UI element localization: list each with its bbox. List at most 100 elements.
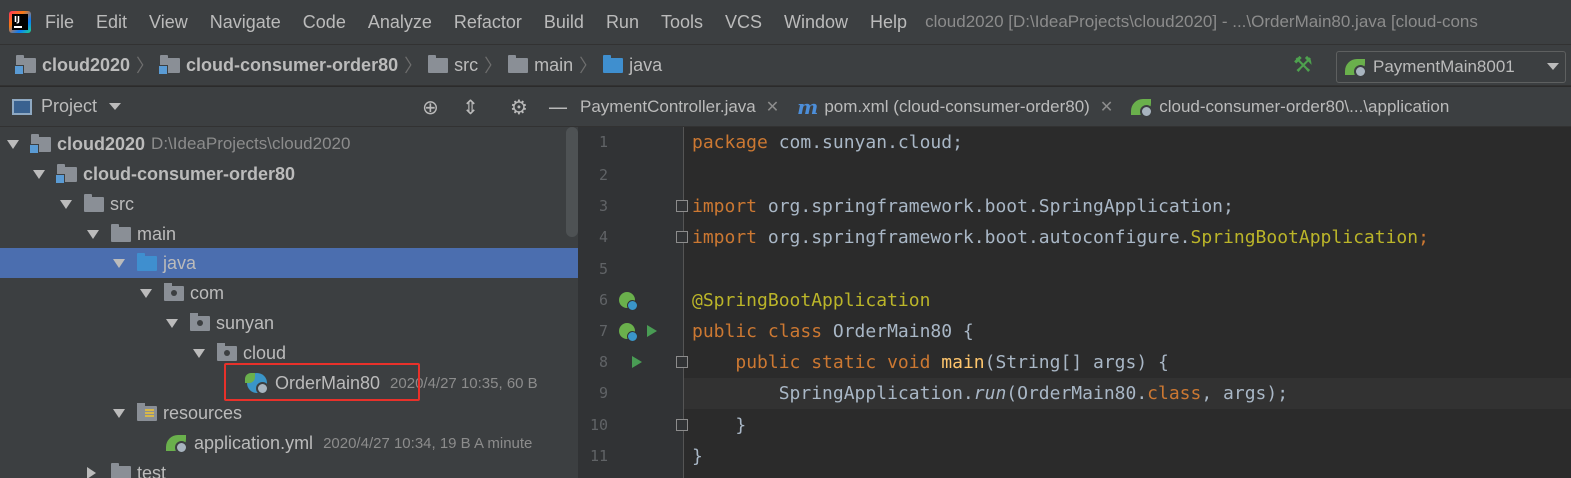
chevron-down-icon	[1547, 63, 1559, 70]
breadcrumb-separator: 〉	[484, 56, 503, 77]
folder-icon	[111, 223, 131, 242]
source-folder-icon	[603, 54, 624, 73]
locate-target-icon[interactable]: ⊕	[422, 95, 439, 119]
tree-item-src[interactable]: src	[0, 189, 578, 219]
tree-item-main[interactable]: main	[0, 219, 578, 249]
tree-item-cloud2020[interactable]: cloud2020 D:\IdeaProjects\cloud2020	[0, 129, 578, 159]
menu-window[interactable]: Window	[784, 12, 848, 33]
menu-run[interactable]: Run	[606, 12, 639, 33]
menu-vcs[interactable]: VCS	[725, 12, 762, 33]
line-number: 7	[598, 322, 608, 340]
tree-item-application-yml[interactable]: application.yml 2020/4/27 10:34, 19 B A …	[0, 428, 578, 458]
chevron-down-icon[interactable]	[109, 103, 122, 110]
line-number: 6	[598, 291, 608, 309]
tree-item-cloud-consumer-order80[interactable]: cloud-consumer-order80	[0, 159, 578, 189]
expand-arrow-icon[interactable]	[7, 139, 19, 149]
breadcrumb-separator: 〉	[136, 56, 155, 77]
line-number: 1	[598, 133, 608, 151]
module-folder-icon	[55, 163, 77, 184]
tab-paymentcontroller[interactable]: PaymentController.java ✕	[580, 97, 779, 117]
menu-build[interactable]: Build	[544, 12, 584, 33]
tree-item-java[interactable]: java	[0, 248, 578, 278]
expand-arrow-icon[interactable]	[113, 258, 125, 268]
fold-marker-icon[interactable]	[676, 231, 688, 243]
project-window-icon	[12, 98, 32, 115]
project-tree: cloud2020 D:\IdeaProjects\cloud2020 clou…	[0, 127, 578, 478]
breadcrumb-main[interactable]: main	[508, 54, 573, 76]
expand-arrow-icon[interactable]	[166, 318, 178, 328]
line-number: 9	[598, 384, 608, 402]
folder-icon	[84, 193, 104, 212]
fold-marker-icon[interactable]	[676, 356, 688, 368]
code-line-7: public class OrderMain80 {	[692, 321, 974, 342]
menu-file[interactable]: File	[45, 12, 74, 33]
menu-bar: IJ File Edit View Navigate Code Analyze …	[0, 0, 1571, 44]
menu-edit[interactable]: Edit	[96, 12, 127, 33]
code-line-11: }	[692, 446, 703, 467]
editor-tab-bar: PaymentController.java ✕ m pom.xml (clou…	[578, 87, 1571, 127]
spring-bean-gutter-icon[interactable]	[619, 292, 638, 311]
code-line-3: import org.springframework.boot.SpringAp…	[692, 196, 1234, 217]
tab-pom-xml[interactable]: m pom.xml (cloud-consumer-order80) ✕	[797, 95, 1113, 119]
fold-marker-icon[interactable]	[676, 419, 688, 431]
menu-help[interactable]: Help	[870, 12, 907, 33]
spring-bean-gutter-icon[interactable]	[619, 323, 638, 342]
run-gutter-icon[interactable]	[647, 325, 657, 337]
tree-item-sunyan[interactable]: sunyan	[0, 308, 578, 338]
tree-item-ordermain80[interactable]: OrderMain80 2020/4/27 10:35, 60 B	[0, 368, 578, 398]
resources-folder-icon	[137, 402, 157, 421]
menu-analyze[interactable]: Analyze	[368, 12, 432, 33]
spring-boot-icon	[1345, 59, 1367, 78]
module-folder-icon	[14, 54, 36, 75]
menu-code[interactable]: Code	[303, 12, 346, 33]
expand-arrow-icon[interactable]	[87, 229, 99, 239]
collapse-all-icon[interactable]: ⇕	[462, 95, 479, 119]
menu-refactor[interactable]: Refactor	[454, 12, 522, 33]
line-number: 5	[598, 260, 608, 278]
expand-arrow-icon[interactable]	[33, 169, 45, 179]
line-number: 3	[598, 197, 608, 215]
expand-arrow-icon[interactable]	[140, 288, 152, 298]
close-icon[interactable]: ✕	[766, 97, 779, 117]
window-title: cloud2020 [D:\IdeaProjects\cloud2020] - …	[925, 12, 1478, 31]
tab-application-yml[interactable]: cloud-consumer-order80\...\application	[1131, 97, 1449, 118]
menu-navigate[interactable]: Navigate	[210, 12, 281, 33]
build-hammer-icon[interactable]: ⚒	[1293, 53, 1313, 78]
line-number: 8	[598, 353, 608, 371]
menu-tools[interactable]: Tools	[661, 12, 703, 33]
collapsed-arrow-icon[interactable]	[87, 467, 96, 478]
fold-marker-icon[interactable]	[676, 200, 688, 212]
code-line-6: @SpringBootApplication	[692, 290, 931, 311]
expand-arrow-icon[interactable]	[60, 199, 72, 209]
gear-icon[interactable]: ⚙	[510, 95, 528, 119]
tree-item-test[interactable]: test	[0, 458, 578, 478]
code-line-1: package com.sunyan.cloud;	[692, 132, 963, 153]
code-line-9: SpringApplication.run(OrderMain80.class,…	[692, 383, 1289, 404]
expand-arrow-icon[interactable]	[193, 348, 205, 358]
tree-item-resources[interactable]: resources	[0, 398, 578, 428]
breadcrumb-separator: 〉	[404, 56, 423, 77]
hide-panel-icon[interactable]: —	[548, 95, 568, 119]
line-number: 10	[589, 416, 608, 434]
run-configuration-dropdown[interactable]: PaymentMain8001	[1336, 51, 1566, 83]
expand-arrow-icon[interactable]	[113, 408, 125, 418]
project-view-selector[interactable]: Project	[41, 96, 97, 117]
breadcrumb-project[interactable]: cloud2020	[14, 54, 130, 76]
run-gutter-icon[interactable]	[632, 356, 642, 368]
code-line-8: public static void main(String[] args) {	[735, 352, 1169, 373]
tree-item-com[interactable]: com	[0, 278, 578, 308]
tree-scrollbar[interactable]	[566, 127, 578, 237]
breadcrumb-src[interactable]: src	[428, 54, 478, 76]
close-icon[interactable]: ✕	[1100, 97, 1113, 117]
breadcrumb-java[interactable]: java	[603, 54, 662, 76]
menu-view[interactable]: View	[149, 12, 188, 33]
tree-item-cloud[interactable]: cloud	[0, 338, 578, 368]
breadcrumb-module[interactable]: cloud-consumer-order80	[158, 54, 398, 76]
package-icon	[164, 282, 184, 301]
line-number: 11	[589, 447, 608, 465]
maven-icon: m	[797, 94, 819, 119]
line-number: 4	[598, 228, 608, 246]
code-line-10: }	[692, 415, 747, 436]
module-folder-icon	[158, 54, 181, 75]
package-icon	[217, 342, 237, 361]
